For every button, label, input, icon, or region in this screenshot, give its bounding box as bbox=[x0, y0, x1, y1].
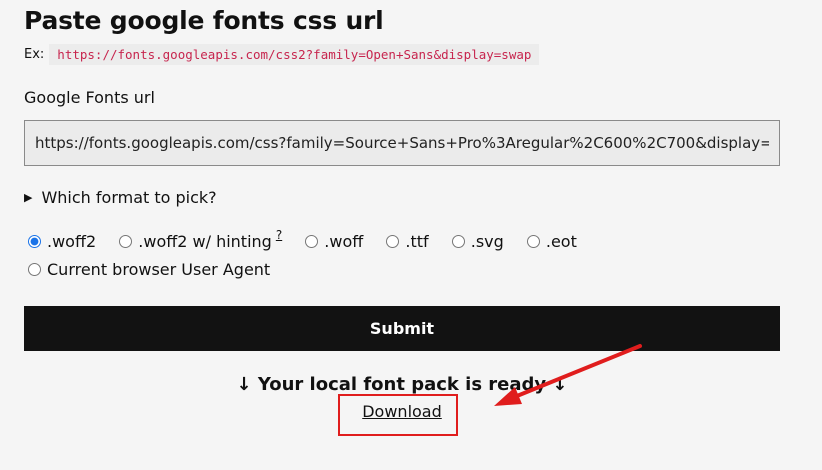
format-option-woff2[interactable]: .woff2 bbox=[24, 228, 96, 255]
font-pack-ready-text: ↓ Your local font pack is ready ↓ bbox=[236, 374, 568, 395]
format-option-woff[interactable]: .woff bbox=[301, 228, 363, 255]
radio-svg[interactable] bbox=[451, 235, 465, 248]
google-fonts-url-input[interactable] bbox=[24, 120, 780, 166]
format-option-eot[interactable]: .eot bbox=[523, 228, 577, 255]
format-help-summary: Which format to pick? bbox=[41, 188, 217, 207]
format-label: .eot bbox=[545, 232, 577, 251]
format-option-user-agent[interactable]: Current browser User Agent bbox=[24, 256, 270, 283]
format-label: .woff2 w/ hinting bbox=[138, 232, 272, 251]
format-label: Current browser User Agent bbox=[47, 260, 271, 279]
format-label: .svg bbox=[470, 232, 504, 251]
url-field-label: Google Fonts url bbox=[24, 88, 155, 107]
hinting-help-link[interactable]: ? bbox=[276, 222, 282, 249]
disclosure-triangle-icon: ▶ bbox=[24, 191, 33, 204]
format-label: .woff bbox=[324, 232, 364, 251]
format-help-toggle[interactable]: ▶ Which format to pick? bbox=[24, 188, 217, 207]
download-link[interactable]: Download bbox=[0, 402, 804, 421]
format-radio-group: .woff2 .woff2 w/ hinting ? .woff .ttf .s… bbox=[24, 228, 784, 284]
radio-woff2-hinting[interactable] bbox=[119, 235, 133, 248]
page-title: Paste google fonts css url bbox=[24, 6, 384, 35]
page: Paste google fonts css url Ex: https://f… bbox=[0, 0, 822, 470]
format-option-woff2-hinting[interactable]: .woff2 w/ hinting ? bbox=[115, 228, 282, 255]
example-url: https://fonts.googleapis.com/css2?family… bbox=[49, 44, 540, 65]
radio-woff2[interactable] bbox=[28, 235, 41, 248]
format-label: .ttf bbox=[405, 232, 429, 251]
radio-ttf[interactable] bbox=[386, 235, 400, 248]
format-label: .woff2 bbox=[47, 232, 97, 251]
example-prefix: Ex: bbox=[24, 47, 45, 62]
format-option-ttf[interactable]: .ttf bbox=[382, 228, 429, 255]
radio-user-agent[interactable] bbox=[28, 263, 41, 276]
radio-eot[interactable] bbox=[526, 235, 540, 248]
radio-woff[interactable] bbox=[305, 235, 319, 248]
submit-button[interactable]: Submit bbox=[24, 306, 780, 351]
format-option-svg[interactable]: .svg bbox=[448, 228, 504, 255]
example-row: Ex: https://fonts.googleapis.com/css2?fa… bbox=[24, 44, 540, 65]
